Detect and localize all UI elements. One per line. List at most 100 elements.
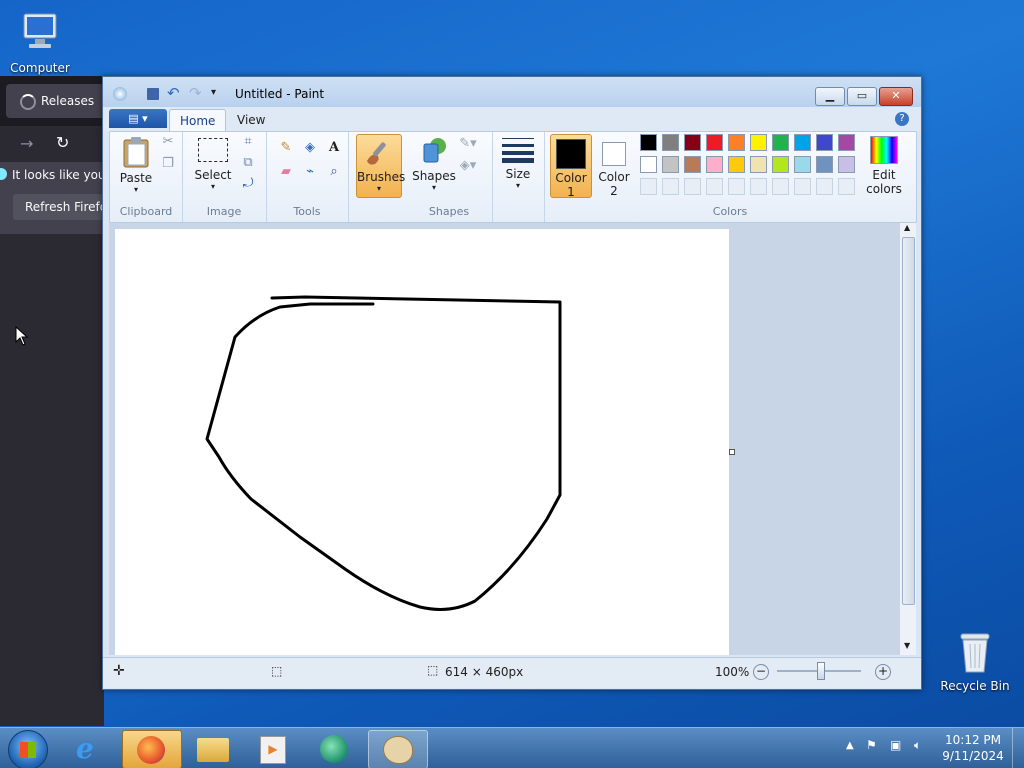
scroll-down-icon[interactable]: ▼ (904, 641, 910, 650)
pencil-icon[interactable]: ✎ (276, 138, 296, 158)
customize-qat-icon[interactable]: ▾ (211, 87, 216, 98)
forward-icon[interactable]: → (20, 134, 33, 153)
magnifier-icon[interactable]: ⌕ (324, 162, 344, 182)
background-browser-window[interactable]: Releases → ↻ It looks like you h Refresh… (0, 76, 104, 726)
size-button[interactable]: Size ▾ (498, 136, 538, 196)
network-icon[interactable]: ▣ (890, 738, 901, 752)
paint-menu-button[interactable]: ▤ ▾ (109, 109, 167, 128)
palette-swatch[interactable] (640, 156, 657, 173)
palette-swatch[interactable] (838, 134, 855, 151)
clock-date: 9/11/2024 (942, 749, 1004, 763)
taskbar-app[interactable] (306, 730, 364, 767)
resize-icon[interactable]: ⧉ (238, 153, 258, 173)
redo-icon[interactable]: ↷ (189, 84, 202, 102)
canvas-resize-handle[interactable] (729, 449, 735, 455)
crop-icon[interactable]: ⌗ (238, 132, 258, 152)
palette-swatch-empty[interactable] (728, 178, 745, 195)
tab-home[interactable]: Home (169, 109, 227, 132)
cut-icon[interactable]: ✂ (158, 132, 178, 152)
help-icon[interactable]: ? (895, 112, 909, 126)
show-desktop-button[interactable] (1012, 728, 1024, 768)
palette-swatch[interactable] (750, 156, 767, 173)
shape-fill-icon[interactable]: ◈▾ (458, 156, 478, 176)
color1-swatch (556, 139, 586, 169)
taskbar-internet-explorer[interactable]: e (62, 730, 120, 767)
maximize-button[interactable]: ▭ (847, 87, 877, 106)
paint-window[interactable]: ↶ ↷ ▾ Untitled - Paint ▁ ▭ ✕ ▤ ▾ Home Vi… (102, 76, 922, 690)
zoom-slider-thumb[interactable] (817, 662, 825, 680)
browser-tab[interactable]: Releases (6, 84, 102, 118)
zoom-in-button[interactable]: + (875, 664, 891, 680)
desktop-icon-computer[interactable]: Computer (0, 8, 80, 75)
palette-swatch[interactable] (662, 156, 679, 173)
shapes-button[interactable]: Shapes ▾ (412, 134, 456, 196)
palette-swatch[interactable] (728, 134, 745, 151)
palette-swatch[interactable] (772, 156, 789, 173)
palette-swatch-empty[interactable] (750, 178, 767, 195)
palette-swatch[interactable] (816, 134, 833, 151)
outline-icon[interactable]: ✎▾ (458, 134, 478, 154)
palette-swatch[interactable] (794, 156, 811, 173)
palette-swatch-empty[interactable] (816, 178, 833, 195)
undo-icon[interactable]: ↶ (167, 84, 180, 102)
shapes-icon (423, 138, 446, 163)
vertical-scrollbar[interactable]: ▲ ▼ (899, 223, 916, 655)
palette-swatch-empty[interactable] (772, 178, 789, 195)
taskbar: e ▶ ▲ ⚑ ▣ 🔈︎ 10:12 PM 9/11/2024 (0, 727, 1024, 768)
fill-icon[interactable]: ◈ (300, 138, 320, 158)
taskbar-paint[interactable] (368, 730, 428, 768)
minimize-button[interactable]: ▁ (815, 87, 845, 106)
palette-swatch[interactable] (706, 156, 723, 173)
palette-swatch[interactable] (684, 134, 701, 151)
close-button[interactable]: ✕ (879, 87, 913, 106)
zoom-out-button[interactable]: − (753, 664, 769, 680)
palette-swatch-empty[interactable] (640, 178, 657, 195)
clock[interactable]: 10:12 PM 9/11/2024 (940, 732, 1006, 764)
palette-swatch[interactable] (728, 156, 745, 173)
color-picker-icon[interactable]: ⌁ (300, 162, 320, 182)
taskbar-file-explorer[interactable] (184, 730, 242, 767)
palette-swatch[interactable] (750, 134, 767, 151)
text-icon[interactable]: A (324, 138, 344, 158)
canvas-size-text: 614 × 460px (445, 665, 524, 679)
eraser-icon[interactable]: ▰ (276, 162, 296, 182)
paste-button[interactable]: Paste ▾ (114, 134, 158, 196)
select-button[interactable]: Select ▾ (190, 136, 236, 196)
color1-button[interactable]: Color 1 (550, 134, 592, 199)
drawing-canvas[interactable] (115, 229, 729, 655)
desktop-icon-recycle-bin[interactable]: Recycle Bin (935, 630, 1015, 693)
taskbar-firefox[interactable] (122, 730, 182, 768)
palette-swatch[interactable] (684, 156, 701, 173)
palette-swatch-empty[interactable] (794, 178, 811, 195)
brushes-button[interactable]: Brushes ▾ (356, 134, 405, 198)
palette-swatch[interactable] (706, 134, 723, 151)
palette-swatch[interactable] (838, 156, 855, 173)
color2-button[interactable]: Color 2 (594, 134, 634, 198)
start-button[interactable] (8, 730, 48, 768)
tab-view[interactable]: View (227, 109, 275, 131)
edit-colors-label: Edit (872, 168, 896, 182)
save-icon[interactable] (147, 88, 159, 100)
palette-swatch[interactable] (772, 134, 789, 151)
palette-swatch[interactable] (816, 156, 833, 173)
volume-muted-icon[interactable]: 🔈︎ (914, 738, 921, 753)
scroll-up-icon[interactable]: ▲ (904, 223, 910, 232)
reload-icon[interactable]: ↻ (56, 133, 69, 152)
rotate-icon[interactable]: ⤾ (238, 174, 258, 194)
palette-swatch[interactable] (794, 134, 811, 151)
action-center-flag-icon[interactable]: ⚑ (866, 738, 877, 752)
palette-swatch[interactable] (662, 134, 679, 151)
show-hidden-icons[interactable]: ▲ (846, 740, 854, 751)
scroll-thumb[interactable] (902, 237, 915, 605)
palette-swatch[interactable] (640, 134, 657, 151)
palette-swatch-empty[interactable] (662, 178, 679, 195)
refresh-firefox-button[interactable]: Refresh Firefox (13, 194, 104, 220)
copy-icon[interactable]: ❐ (158, 154, 178, 174)
paint-app-icon[interactable] (113, 87, 127, 101)
palette-swatch-empty[interactable] (684, 178, 701, 195)
palette-swatch-empty[interactable] (838, 178, 855, 195)
palette-swatch-empty[interactable] (706, 178, 723, 195)
title-bar[interactable]: ↶ ↷ ▾ Untitled - Paint ▁ ▭ ✕ (103, 77, 921, 107)
edit-colors-button[interactable]: Edit colors (862, 134, 906, 196)
taskbar-media-player[interactable]: ▶ (244, 730, 302, 767)
